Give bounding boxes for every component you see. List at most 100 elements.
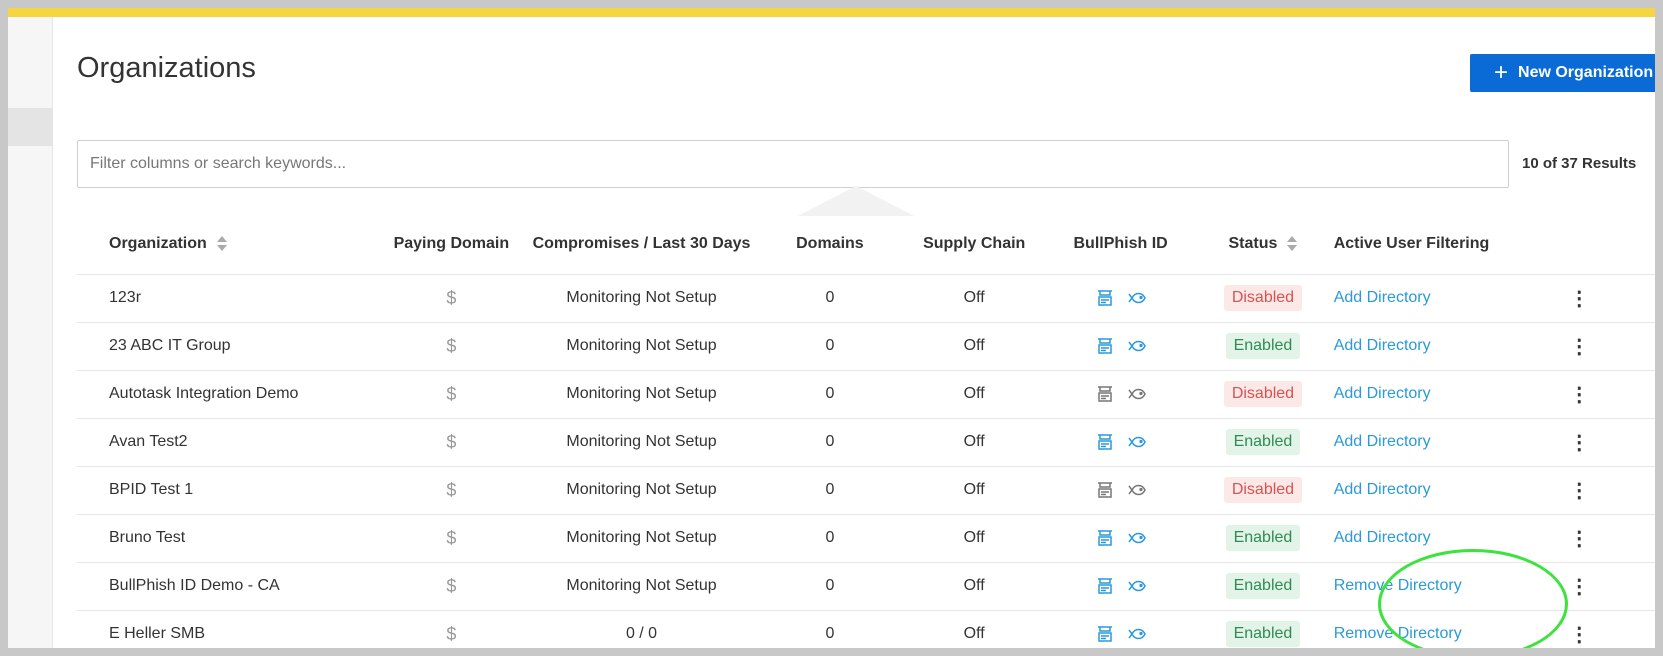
remove-directory-link[interactable]: Remove Directory	[1334, 577, 1462, 594]
fish-icon[interactable]	[1127, 385, 1147, 403]
add-directory-link[interactable]: Add Directory	[1334, 433, 1431, 450]
domains-cell: 0	[750, 274, 910, 323]
header-organization[interactable]: Organization	[77, 215, 371, 275]
table-header-row: Organization Paying Domain Compromises /…	[77, 215, 1655, 275]
training-icon[interactable]	[1095, 577, 1115, 595]
fish-icon[interactable]	[1127, 577, 1147, 595]
top-accent-bar	[8, 8, 1655, 17]
status-cell: Disabled	[1202, 274, 1324, 323]
sort-icon[interactable]	[1287, 236, 1298, 252]
kebab-menu-icon[interactable]: ⋮	[1569, 288, 1589, 310]
fish-icon[interactable]	[1127, 529, 1147, 547]
status-badge: Disabled	[1223, 285, 1303, 311]
directory-cell: Add Directory	[1323, 514, 1504, 563]
table-row[interactable]: Avan Test2 $ Monitoring Not Setup 0 Off …	[77, 418, 1655, 467]
table-row[interactable]: Bruno Test $ Monitoring Not Setup 0 Off …	[77, 514, 1655, 563]
kebab-menu-icon[interactable]: ⋮	[1569, 432, 1589, 454]
add-directory-link[interactable]: Add Directory	[1334, 337, 1431, 354]
add-directory-link[interactable]: Add Directory	[1334, 481, 1431, 498]
add-directory-link[interactable]: Add Directory	[1334, 529, 1431, 546]
table-row[interactable]: 23 ABC IT Group $ Monitoring Not Setup 0…	[77, 322, 1655, 371]
org-name[interactable]: 123r	[77, 274, 371, 323]
org-name[interactable]: Bruno Test	[77, 514, 371, 563]
supply-chain-cell: Off	[909, 610, 1040, 648]
status-cell: Enabled	[1202, 418, 1324, 467]
kebab-menu-icon[interactable]: ⋮	[1569, 336, 1589, 358]
status-badge: Enabled	[1225, 621, 1301, 647]
table-row[interactable]: BullPhish ID Demo - CA $ Monitoring Not …	[77, 562, 1655, 611]
directory-cell: Add Directory	[1323, 418, 1504, 467]
org-name[interactable]: E Heller SMB	[77, 610, 371, 648]
training-icon[interactable]	[1095, 481, 1115, 499]
compromises-cell: Monitoring Not Setup	[532, 322, 751, 371]
paying-domain-cell: $	[370, 370, 533, 419]
training-icon[interactable]	[1095, 289, 1115, 307]
status-badge: Enabled	[1225, 573, 1301, 599]
left-nav-active-item[interactable]	[8, 108, 53, 146]
supply-chain-cell: Off	[909, 322, 1040, 371]
table-row[interactable]: 123r $ Monitoring Not Setup 0 Off Disabl…	[77, 274, 1655, 323]
actions-cell: ⋮	[1503, 418, 1655, 467]
header-domains: Domains	[750, 215, 910, 275]
sort-icon[interactable]	[216, 236, 227, 252]
actions-cell: ⋮	[1503, 466, 1655, 515]
table-row[interactable]: Autotask Integration Demo $ Monitoring N…	[77, 370, 1655, 419]
compromises-cell: Monitoring Not Setup	[532, 466, 751, 515]
org-name[interactable]: Autotask Integration Demo	[77, 370, 371, 419]
org-name[interactable]: BullPhish ID Demo - CA	[77, 562, 371, 611]
training-icon[interactable]	[1095, 337, 1115, 355]
status-badge: Enabled	[1225, 525, 1301, 551]
table-row[interactable]: BPID Test 1 $ Monitoring Not Setup 0 Off…	[77, 466, 1655, 515]
directory-cell: Add Directory	[1323, 370, 1504, 419]
actions-cell: ⋮	[1503, 610, 1655, 648]
actions-cell: ⋮	[1503, 274, 1655, 323]
add-directory-link[interactable]: Add Directory	[1334, 289, 1431, 306]
compromises-cell: 0 / 0	[532, 610, 751, 648]
tooltip-caret	[798, 186, 914, 216]
kebab-menu-icon[interactable]: ⋮	[1569, 528, 1589, 550]
supply-chain-cell: Off	[909, 370, 1040, 419]
training-icon[interactable]	[1095, 529, 1115, 547]
header-active-user-filtering: Active User Filtering	[1323, 215, 1504, 275]
bullphish-cell	[1039, 514, 1203, 563]
bullphish-cell	[1039, 370, 1203, 419]
org-name[interactable]: Avan Test2	[77, 418, 371, 467]
kebab-menu-icon[interactable]: ⋮	[1569, 624, 1589, 646]
supply-chain-cell: Off	[909, 466, 1040, 515]
training-icon[interactable]	[1095, 433, 1115, 451]
domains-cell: 0	[750, 466, 910, 515]
bullphish-cell	[1039, 418, 1203, 467]
fish-icon[interactable]	[1127, 289, 1147, 307]
kebab-menu-icon[interactable]: ⋮	[1569, 576, 1589, 598]
actions-cell: ⋮	[1503, 514, 1655, 563]
fish-icon[interactable]	[1127, 337, 1147, 355]
org-name[interactable]: 23 ABC IT Group	[77, 322, 371, 371]
search-input[interactable]	[77, 140, 1509, 188]
header-supply-chain: Supply Chain	[909, 215, 1040, 275]
new-organization-button[interactable]: + New Organization	[1470, 54, 1655, 92]
page-title: Organizations	[77, 52, 256, 84]
kebab-menu-icon[interactable]: ⋮	[1569, 384, 1589, 406]
fish-icon[interactable]	[1127, 481, 1147, 499]
add-directory-link[interactable]: Add Directory	[1334, 385, 1431, 402]
bullphish-cell	[1039, 466, 1203, 515]
training-icon[interactable]	[1095, 385, 1115, 403]
supply-chain-cell: Off	[909, 418, 1040, 467]
table-row[interactable]: E Heller SMB $ 0 / 0 0 Off Enabled Remov…	[77, 610, 1655, 648]
remove-directory-link[interactable]: Remove Directory	[1334, 625, 1462, 642]
fish-icon[interactable]	[1127, 625, 1147, 643]
directory-cell: Add Directory	[1323, 466, 1504, 515]
actions-cell: ⋮	[1503, 370, 1655, 419]
status-cell: Enabled	[1202, 562, 1324, 611]
status-cell: Enabled	[1202, 514, 1324, 563]
header-bullphish-id: BullPhish ID	[1039, 215, 1203, 275]
dollar-icon: $	[446, 527, 457, 548]
org-name[interactable]: BPID Test 1	[77, 466, 371, 515]
header-status[interactable]: Status	[1202, 215, 1324, 275]
kebab-menu-icon[interactable]: ⋮	[1569, 480, 1589, 502]
compromises-cell: Monitoring Not Setup	[532, 274, 751, 323]
training-icon[interactable]	[1095, 625, 1115, 643]
fish-icon[interactable]	[1127, 433, 1147, 451]
status-cell: Enabled	[1202, 610, 1324, 648]
directory-cell: Remove Directory	[1323, 562, 1504, 611]
